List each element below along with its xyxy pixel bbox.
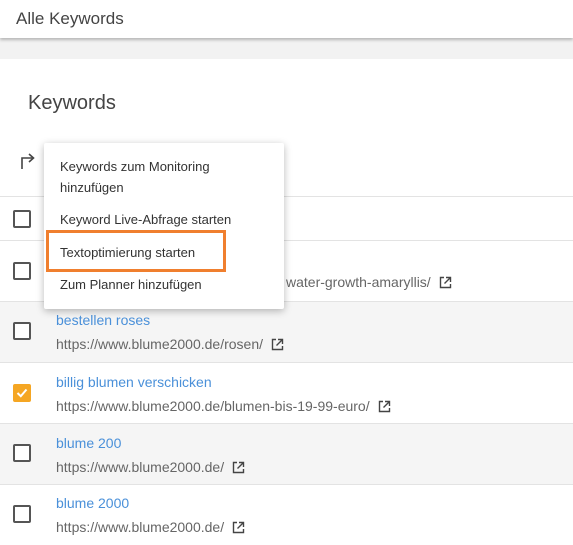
menu-item-add-to-monitoring[interactable]: Keywords zum Monitoring hinzufügen (60, 156, 260, 198)
top-bar: Alle Keywords (0, 0, 573, 38)
bulk-action-menu: Keywords zum Monitoring hinzufügen Keywo… (44, 143, 284, 309)
bulk-action-arrow-icon[interactable] (18, 151, 38, 171)
row-checkbox[interactable] (13, 444, 31, 462)
external-link-icon[interactable] (439, 276, 452, 289)
highlight-box (46, 230, 226, 272)
table-row: bestellen roses https://www.blume2000.de… (0, 301, 573, 362)
external-link-icon[interactable] (271, 338, 284, 351)
external-link-icon[interactable] (232, 461, 245, 474)
row-checkbox[interactable] (13, 505, 31, 523)
row-checkbox[interactable] (13, 322, 31, 340)
keyword-url[interactable]: water-growth-amaryllis/ (286, 274, 452, 290)
external-link-icon[interactable] (232, 521, 245, 534)
keyword-url[interactable]: https://www.blume2000.de/ (56, 519, 245, 535)
keyword-link[interactable]: billig blumen verschicken (56, 374, 212, 390)
keyword-url[interactable]: https://www.blume2000.de/rosen/ (56, 336, 284, 352)
table-row: blume 200 https://www.blume2000.de/ (0, 423, 573, 484)
keyword-url[interactable]: https://www.blume2000.de/ (56, 459, 245, 475)
row-checkbox-checked[interactable] (13, 384, 31, 402)
menu-item-add-to-planner[interactable]: Zum Planner hinzufügen (60, 274, 202, 295)
table-row: billig blumen verschicken https://www.bl… (0, 362, 573, 423)
keyword-link[interactable]: blume 200 (56, 435, 121, 451)
card-title: Keywords (28, 92, 116, 114)
row-checkbox[interactable] (13, 262, 31, 280)
menu-item-live-query[interactable]: Keyword Live-Abfrage starten (60, 209, 231, 230)
keyword-link[interactable]: bestellen roses (56, 312, 150, 328)
keyword-url[interactable]: https://www.blume2000.de/blumen-bis-19-9… (56, 398, 391, 414)
external-link-icon[interactable] (378, 400, 391, 413)
table-row: blume 2000 https://www.blume2000.de/ (0, 484, 573, 545)
keyword-link[interactable]: blume 2000 (56, 495, 129, 511)
select-all-checkbox[interactable] (13, 210, 31, 228)
page-title: Alle Keywords (16, 9, 124, 28)
checkmark-icon (16, 388, 28, 398)
